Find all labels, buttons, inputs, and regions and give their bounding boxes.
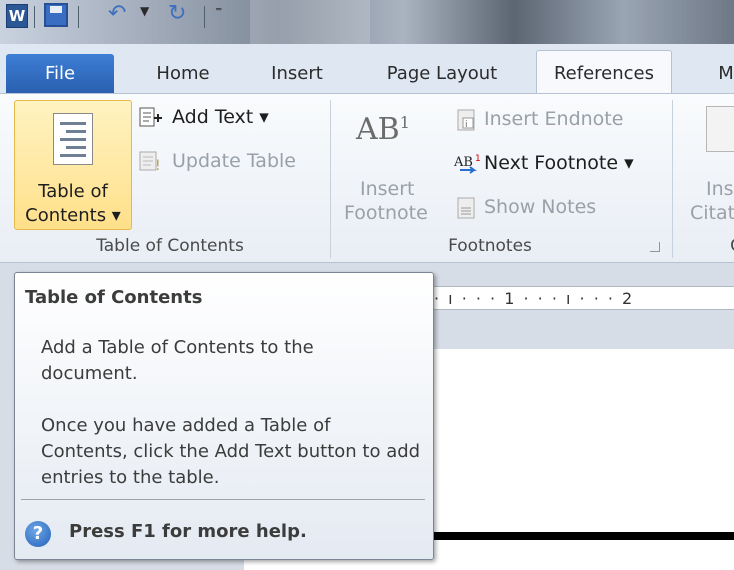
qat-separator [34,6,35,28]
add-text-icon [138,106,164,130]
tab-insert[interactable]: Insert [262,54,332,94]
update-table-icon: ! [138,150,164,174]
tooltip-divider [21,499,425,500]
update-table-button[interactable]: ! Update Table [138,146,296,176]
toc-button-label: Table of [38,181,108,202]
show-notes-label: Show Notes [484,196,597,218]
quick-access-toolbar: W ↶ ▼ ↻ ⁼ [0,0,734,44]
toc-tooltip: Table of Contents Add a Table of Content… [14,272,434,560]
table-of-contents-button[interactable]: Table of Contents ▾ [14,100,132,230]
insert-footnote-icon[interactable]: AB1 [356,112,410,147]
svg-text:i: i [465,120,468,130]
add-text-label: Add Text ▾ [172,106,269,128]
group-label-toc: Table of Contents [96,236,244,256]
tooltip-instructions: Once you have added a Table of Contents,… [41,415,421,488]
tooltip-help-text: Press F1 for more help. [69,521,307,542]
tab-references[interactable]: References [536,50,672,95]
footnotes-dialog-launcher-icon[interactable] [650,242,660,252]
show-notes-icon [454,196,480,220]
qat-separator [78,6,79,28]
next-footnote-icon: AB 1 [453,152,481,176]
next-footnote-button[interactable]: AB 1 Next Footnote ▾ [453,148,634,178]
svg-text:!: ! [155,158,161,174]
group-label-footnotes: Footnotes [448,236,532,256]
ribbon-tabs: File Home Insert Page Layout References … [0,44,734,95]
next-footnote-label: Next Footnote ▾ [484,152,634,174]
toc-button-label-dropdown: Contents ▾ [25,205,121,226]
tab-page-layout[interactable]: Page Layout [376,54,508,94]
update-table-label: Update Table [172,150,296,172]
help-icon: ? [25,521,51,547]
word-app-icon[interactable]: W [6,4,28,28]
insert-citation-label-2[interactable]: Citat [690,198,734,228]
undo-dropdown-icon[interactable]: ▼ [140,4,149,18]
svg-text:1: 1 [475,154,481,164]
undo-icon[interactable]: ↶ [108,2,126,26]
ribbon-references: Table of Contents ▾ Add Text ▾ ! Update … [0,93,734,263]
vertical-ruler [0,263,14,570]
blurred-region [250,0,370,44]
tab-mailings[interactable]: M [716,54,734,94]
group-label-citations: C [726,236,734,256]
customize-qat-icon[interactable]: ⁼ [215,4,222,20]
group-separator [672,100,673,258]
qat-separator [204,6,205,28]
tab-home[interactable]: Home [148,54,218,94]
ruler-ticks: · ı · · · 1 · · · ı · · · 2 [434,289,635,308]
save-icon[interactable] [44,3,68,27]
show-notes-button[interactable]: Show Notes [454,192,596,222]
insert-endnote-label: Insert Endnote [484,108,624,130]
insert-citation-icon[interactable] [706,106,734,152]
group-separator [330,100,331,258]
tooltip-description: Add a Table of Contents to the document. [41,337,314,384]
table-of-contents-icon [53,113,93,165]
insert-endnote-button[interactable]: i Insert Endnote [454,104,623,134]
redo-icon[interactable]: ↻ [168,2,186,26]
insert-endnote-icon: i [454,108,480,132]
tab-file[interactable]: File [6,54,114,94]
add-text-button[interactable]: Add Text ▾ [138,102,269,132]
tooltip-title: Table of Contents [25,287,203,308]
insert-footnote-label-2[interactable]: Footnote [344,198,428,228]
